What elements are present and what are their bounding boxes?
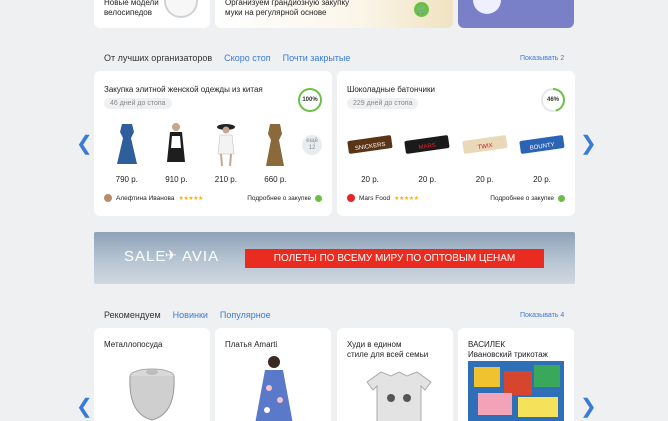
cart-icon[interactable]: 🛒 <box>414 2 429 17</box>
chocolate-bar-image: TWIX <box>461 121 509 169</box>
promo-card-purple[interactable] <box>458 0 574 28</box>
prev-arrow-icon[interactable]: ❮ <box>76 397 93 417</box>
product-list: SNICKERS 20 р. MARS 20 р. TWIX 20 р. BOU… <box>345 121 567 184</box>
list-item[interactable]: MARS 20 р. <box>402 121 452 184</box>
recommend-card-vasilek[interactable]: ВАСИЛЕК Ивановский трикотаж <box>458 328 574 421</box>
recommend-card-cookware[interactable]: Металлопосуда <box>94 328 210 421</box>
brand-right: AVIA <box>182 248 220 265</box>
list-item[interactable]: 790 р. <box>102 121 152 184</box>
brand-left: SALE <box>124 248 167 265</box>
recommend-tabs: Рекомендуем Новинки Популярное <box>104 310 271 320</box>
list-item[interactable]: 210 р. <box>201 121 251 184</box>
tab-popular[interactable]: Популярное <box>220 310 271 320</box>
tab-new[interactable]: Новинки <box>173 310 208 320</box>
hoodie-image <box>366 371 432 421</box>
organizer-name[interactable]: Mars Food <box>359 195 390 202</box>
details-label: Подробнее о закупке <box>490 195 554 202</box>
progress-ring: 100% <box>298 88 322 112</box>
next-arrow-icon[interactable]: ❯ <box>580 134 597 154</box>
more-items[interactable]: ещё 12 <box>300 121 324 184</box>
organizers-tabs: От лучших организаторов Скоро стоп Почти… <box>104 53 350 63</box>
avatar <box>347 194 355 202</box>
purchase-title[interactable]: Шоколадные батончики <box>347 85 435 94</box>
list-item[interactable]: 910 р. <box>152 121 202 184</box>
card-title: Худи в едином стиле для всей семьи <box>347 340 429 359</box>
show-more-link[interactable]: Показывать 4 <box>520 312 564 319</box>
recommend-card-dresses[interactable]: Платья Amarti <box>215 328 331 421</box>
days-left-badge: 46 дней до стопа <box>104 98 172 109</box>
product-list: 790 р. 910 р. 210 р. 660 р. ещё 12 <box>102 121 324 184</box>
pot-image <box>129 368 175 421</box>
price: 20 р. <box>475 175 494 184</box>
details-label: Подробнее о закупке <box>247 195 311 202</box>
arrow-right-icon <box>315 195 322 202</box>
prev-arrow-icon[interactable]: ❮ <box>76 134 93 154</box>
price: 910 р. <box>165 175 188 184</box>
price: 20 р. <box>418 175 437 184</box>
price: 20 р. <box>533 175 551 184</box>
details-link[interactable]: Подробнее о закупке <box>490 195 565 202</box>
days-left-badge: 229 дней до стопа <box>347 98 419 109</box>
promo-text: Организуем грандиозную закупку муки на р… <box>225 0 350 17</box>
tab-almost-closed[interactable]: Почти закрытые <box>283 53 351 63</box>
tab-recommended[interactable]: Рекомендуем <box>104 310 161 320</box>
promo-card-flour[interactable]: Организуем грандиозную закупку муки на р… <box>215 0 453 28</box>
rating-stars: ★★★★★ <box>178 195 203 202</box>
price: 20 р. <box>361 175 379 184</box>
chocolate-bar-image: MARS <box>403 121 451 169</box>
chocolate-bar-image: SNICKERS <box>346 121 394 169</box>
tab-best-organizers[interactable]: От лучших организаторов <box>104 53 212 63</box>
price: 660 р. <box>264 175 287 184</box>
details-link[interactable]: Подробнее о закупке <box>247 195 322 202</box>
card-title: Металлопосуда <box>104 340 163 349</box>
organizer-info[interactable]: Mars Food ★★★★★ <box>347 194 419 202</box>
list-item[interactable]: TWIX 20 р. <box>460 121 510 184</box>
tab-soon-stop[interactable]: Скоро стоп <box>224 53 270 63</box>
list-item[interactable]: 660 р. <box>251 121 301 184</box>
organizer-name[interactable]: Алефтина Иванова <box>116 195 174 202</box>
clock-icon <box>164 0 198 18</box>
card-title: Платья Amarti <box>225 340 278 349</box>
promo-text: Новые модели велосипедов <box>104 0 159 17</box>
list-item[interactable]: BOUNTY 20 р. <box>517 121 567 184</box>
bedding-image <box>468 361 564 421</box>
purchase-card-clothes[interactable]: Закупка элитной женской одежды из китая … <box>94 71 332 216</box>
promo-graphic <box>473 0 501 14</box>
promo-card-bicycles[interactable]: Новые модели велосипедов <box>94 0 210 28</box>
price: 210 р. <box>214 175 237 184</box>
chocolate-bar-image: BOUNTY <box>518 121 566 169</box>
organizer-info[interactable]: Алефтина Иванова ★★★★★ <box>104 194 203 202</box>
dress-black-white-image <box>152 121 200 169</box>
progress-ring: 46% <box>541 88 565 112</box>
rating-stars: ★★★★★ <box>394 195 419 202</box>
card-title: ВАСИЛЕК Ивановский трикотаж <box>468 340 548 359</box>
dress-white-hat-image <box>202 121 250 169</box>
dress-blue-image <box>103 121 151 169</box>
dress-image <box>255 356 293 421</box>
purchase-title[interactable]: Закупка элитной женской одежды из китая <box>104 85 263 94</box>
show-more-link[interactable]: Показывать 2 <box>520 55 564 62</box>
sale-avia-banner[interactable]: SALE ✈ AVIA ПОЛЕТЫ ПО ВСЕМУ МИРУ ПО ОПТО… <box>94 232 575 284</box>
purchase-card-chocolate[interactable]: Шоколадные батончики 229 дней до стопа 4… <box>337 71 575 216</box>
plane-icon: ✈ <box>165 247 177 263</box>
price: 790 р. <box>115 175 138 184</box>
list-item[interactable]: SNICKERS 20 р. <box>345 121 395 184</box>
progress-label: 46% <box>543 90 563 110</box>
recommend-card-hoodies[interactable]: Худи в едином стиле для всей семьи <box>337 328 453 421</box>
dress-brown-image <box>251 121 299 169</box>
avatar <box>104 194 112 202</box>
more-items-badge[interactable]: ещё 12 <box>302 135 323 155</box>
next-arrow-icon[interactable]: ❯ <box>580 397 597 417</box>
arrow-right-icon <box>558 195 565 202</box>
banner-slogan: ПОЛЕТЫ ПО ВСЕМУ МИРУ ПО ОПТОВЫМ ЦЕНАМ <box>245 249 544 268</box>
